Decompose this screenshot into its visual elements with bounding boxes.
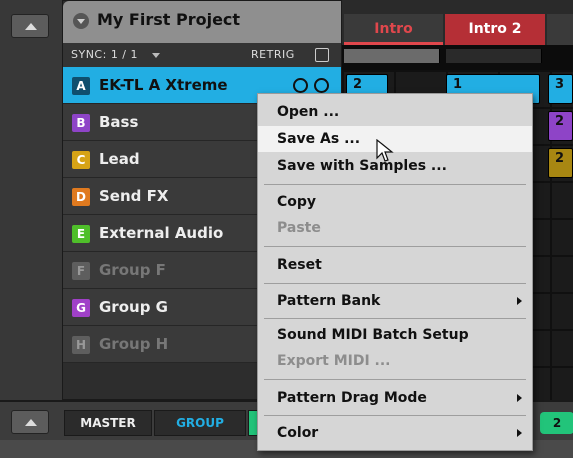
scene-tab[interactable]: Intro [344, 14, 443, 45]
menu-item-label: Pattern Bank [277, 293, 381, 309]
menu-item-paste[interactable]: Paste [258, 215, 532, 241]
retrig-checkbox[interactable] [315, 48, 329, 62]
submenu-arrow-icon [517, 297, 522, 305]
master-tab[interactable]: MASTER [64, 410, 152, 436]
menu-separator [264, 246, 526, 247]
group-name: EK-TL A Xtreme [99, 76, 228, 94]
group-letter-badge: E [72, 225, 90, 243]
menu-item-label: Pattern Drag Mode [277, 390, 427, 406]
menu-item-reset[interactable]: Reset [258, 252, 532, 278]
submenu-arrow-icon [517, 429, 522, 437]
menu-item-label: Color [277, 425, 319, 441]
group-letter-badge: H [72, 336, 90, 354]
sync-label[interactable]: SYNC: 1 / 1 [71, 48, 138, 61]
menu-item-pattern-bank[interactable]: Pattern Bank [258, 288, 532, 314]
group-name: Send FX [99, 187, 169, 205]
mouse-pointer-icon [376, 139, 394, 162]
project-header[interactable]: My First Project [63, 1, 341, 43]
volume-knob-icon[interactable] [293, 78, 308, 93]
context-menu: Open ... Save As ... Save with Samples .… [257, 93, 533, 451]
scene-tab[interactable] [547, 14, 573, 45]
group-name: External Audio [99, 224, 224, 242]
ruler-segment [446, 49, 542, 63]
submenu-arrow-icon [517, 394, 522, 402]
scene-ruler[interactable] [342, 45, 573, 70]
group-letter-badge: A [72, 77, 90, 95]
scene-header: Intro Intro 2 [342, 0, 573, 45]
menu-separator [264, 415, 526, 416]
dropdown-arrow-icon[interactable] [73, 13, 89, 29]
menu-item-sound-midi-batch-setup[interactable]: Sound MIDI Batch Setup [258, 322, 532, 348]
menu-separator [264, 318, 526, 319]
scene-tab[interactable]: Intro 2 [445, 14, 545, 45]
menu-separator [264, 283, 526, 284]
group-name: Group G [99, 298, 168, 316]
pan-knob-icon[interactable] [314, 78, 329, 93]
sync-bar: SYNC: 1 / 1 RETRIG [63, 43, 341, 67]
collapse-up-button[interactable] [11, 14, 49, 38]
left-rail [0, 0, 62, 458]
menu-item-save-with-samples[interactable]: Save with Samples ... [258, 153, 532, 179]
group-letter-badge: D [72, 188, 90, 206]
menu-item-export-midi[interactable]: Export MIDI ... [258, 348, 532, 374]
pattern-clip[interactable]: 3 [548, 74, 573, 104]
pattern-clip[interactable]: 2 [548, 148, 573, 178]
pattern-pill[interactable]: 2 [540, 412, 573, 434]
menu-item-save-as[interactable]: Save As ... [258, 126, 532, 152]
menu-item-copy[interactable]: Copy [258, 189, 532, 215]
menu-separator [264, 184, 526, 185]
pattern-clip[interactable]: 2 [548, 111, 573, 141]
group-letter-badge: G [72, 299, 90, 317]
menu-separator [264, 379, 526, 380]
menu-item-color[interactable]: Color [258, 420, 532, 446]
menu-item-open[interactable]: Open ... [258, 99, 532, 125]
group-name: Group F [99, 261, 166, 279]
group-letter-badge: B [72, 114, 90, 132]
collapse-up-button[interactable] [11, 410, 49, 434]
retrig-label: RETRIG [251, 48, 295, 61]
loop-marker[interactable] [344, 49, 440, 63]
menu-item-pattern-drag-mode[interactable]: Pattern Drag Mode [258, 385, 532, 411]
group-letter-badge: C [72, 151, 90, 169]
group-name: Group H [99, 335, 169, 353]
sync-dropdown-icon[interactable] [152, 53, 160, 58]
group-tab[interactable]: GROUP [154, 410, 246, 436]
group-name: Lead [99, 150, 140, 168]
project-title: My First Project [97, 10, 241, 29]
group-name: Bass [99, 113, 139, 131]
group-letter-badge: F [72, 262, 90, 280]
